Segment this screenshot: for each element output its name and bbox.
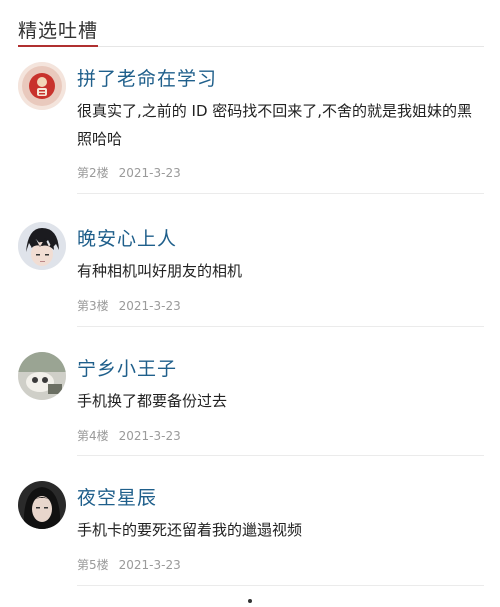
comment-meta: 第4楼 2021-3-23 [77, 427, 181, 444]
comment-divider [77, 585, 484, 586]
section-title: 精选吐槽 [18, 20, 99, 42]
comment-meta: 第2楼 2021-3-23 [77, 164, 181, 181]
section-header: 精选吐槽 [0, 0, 500, 48]
title-underline [18, 45, 98, 47]
floor-number: 第2楼 [77, 166, 109, 180]
floor-number: 第3楼 [77, 299, 109, 313]
comment-date: 2021-3-23 [118, 429, 181, 443]
comment-text: 有种相机叫好朋友的相机 [77, 262, 243, 280]
comment-divider [77, 326, 484, 327]
photo-avatar-icon[interactable] [18, 352, 66, 400]
comment-text: 手机卡的要死还留着我的邋遢视频 [77, 521, 303, 539]
dark-hair-girl-avatar-icon[interactable] [18, 481, 66, 529]
floor-number: 第4楼 [77, 429, 109, 443]
floor-number: 第5楼 [77, 558, 109, 572]
comment-username[interactable]: 晚安心上人 [77, 224, 177, 251]
comment-meta: 第3楼 2021-3-23 [77, 297, 181, 314]
comment-username[interactable]: 夜空星辰 [77, 483, 157, 510]
comment-date: 2021-3-23 [118, 299, 181, 313]
comment-date: 2021-3-23 [118, 166, 181, 180]
comment-text: 手机换了都要备份过去 [77, 392, 228, 410]
comment-username[interactable]: 宁乡小王子 [77, 354, 177, 381]
anime-boy-avatar-icon[interactable] [18, 222, 66, 270]
comment-username[interactable]: 拼了老命在学习 [77, 64, 217, 91]
comment-text: 很真实了,之前的 ID 密码找不回来了,不舍的就是我姐妹的黑照哈哈 [77, 102, 473, 148]
comment-divider [77, 193, 484, 194]
comment-divider [77, 455, 484, 456]
red-cartoon-avatar-icon[interactable] [18, 62, 66, 110]
comment-meta: 第5楼 2021-3-23 [77, 556, 181, 573]
page-indicator-dot [248, 599, 252, 603]
comment-date: 2021-3-23 [118, 558, 181, 572]
